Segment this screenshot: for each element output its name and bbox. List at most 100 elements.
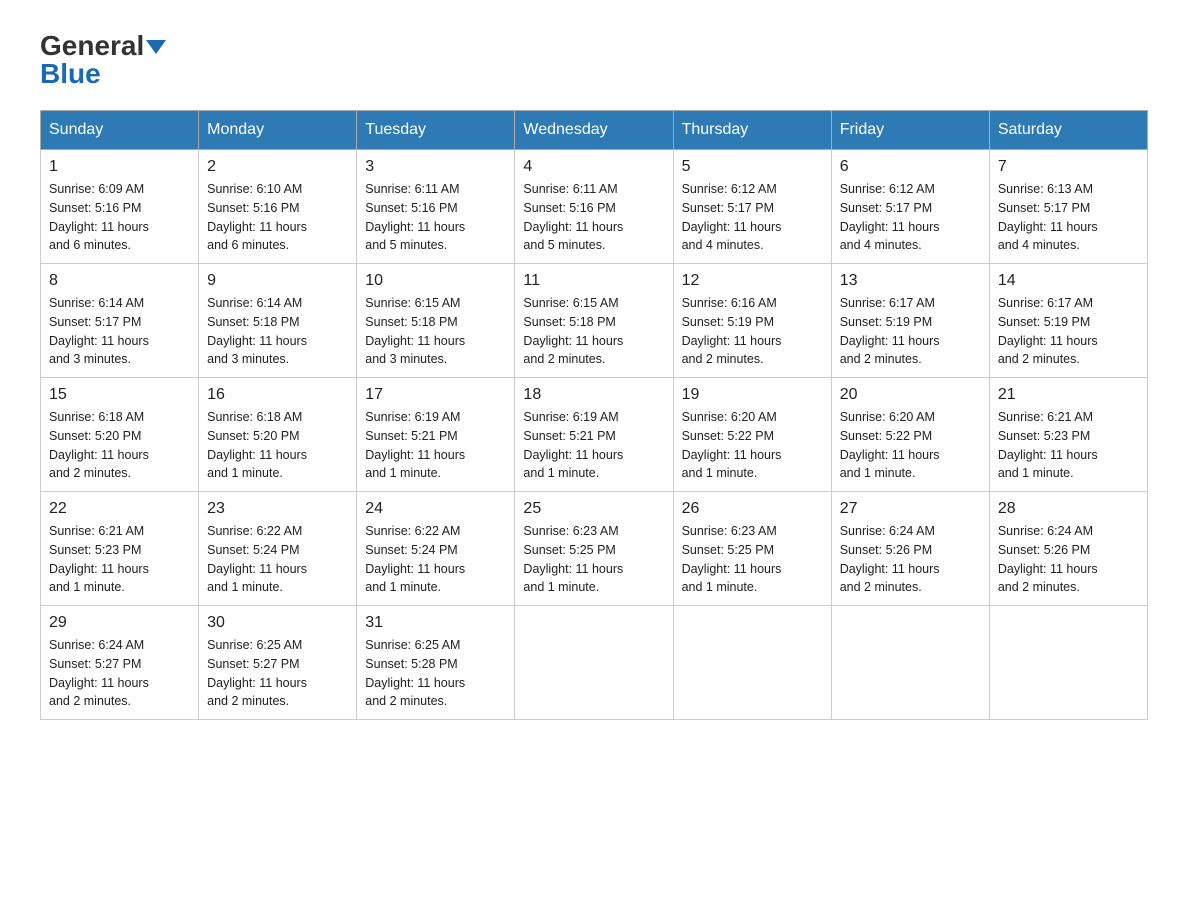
- calendar-cell: 7 Sunrise: 6:13 AMSunset: 5:17 PMDayligh…: [989, 150, 1147, 264]
- calendar-header-saturday: Saturday: [989, 111, 1147, 150]
- day-number: 5: [682, 158, 823, 176]
- day-info: Sunrise: 6:14 AMSunset: 5:17 PMDaylight:…: [49, 294, 190, 369]
- day-info: Sunrise: 6:17 AMSunset: 5:19 PMDaylight:…: [998, 294, 1139, 369]
- day-info: Sunrise: 6:11 AMSunset: 5:16 PMDaylight:…: [365, 180, 506, 255]
- calendar-cell: 15 Sunrise: 6:18 AMSunset: 5:20 PMDaylig…: [41, 378, 199, 492]
- day-info: Sunrise: 6:19 AMSunset: 5:21 PMDaylight:…: [365, 408, 506, 483]
- calendar-week-row: 29 Sunrise: 6:24 AMSunset: 5:27 PMDaylig…: [41, 606, 1148, 720]
- logo: General Blue: [40, 30, 166, 90]
- day-info: Sunrise: 6:23 AMSunset: 5:25 PMDaylight:…: [682, 522, 823, 597]
- day-number: 19: [682, 386, 823, 404]
- day-info: Sunrise: 6:20 AMSunset: 5:22 PMDaylight:…: [840, 408, 981, 483]
- day-info: Sunrise: 6:13 AMSunset: 5:17 PMDaylight:…: [998, 180, 1139, 255]
- day-number: 28: [998, 500, 1139, 518]
- calendar-cell: 8 Sunrise: 6:14 AMSunset: 5:17 PMDayligh…: [41, 264, 199, 378]
- calendar-cell: 27 Sunrise: 6:24 AMSunset: 5:26 PMDaylig…: [831, 492, 989, 606]
- day-info: Sunrise: 6:12 AMSunset: 5:17 PMDaylight:…: [682, 180, 823, 255]
- calendar-week-row: 8 Sunrise: 6:14 AMSunset: 5:17 PMDayligh…: [41, 264, 1148, 378]
- calendar-header-tuesday: Tuesday: [357, 111, 515, 150]
- day-info: Sunrise: 6:20 AMSunset: 5:22 PMDaylight:…: [682, 408, 823, 483]
- day-info: Sunrise: 6:22 AMSunset: 5:24 PMDaylight:…: [365, 522, 506, 597]
- calendar-cell: [831, 606, 989, 720]
- calendar-cell: 17 Sunrise: 6:19 AMSunset: 5:21 PMDaylig…: [357, 378, 515, 492]
- day-info: Sunrise: 6:19 AMSunset: 5:21 PMDaylight:…: [523, 408, 664, 483]
- calendar-cell: 25 Sunrise: 6:23 AMSunset: 5:25 PMDaylig…: [515, 492, 673, 606]
- day-number: 12: [682, 272, 823, 290]
- day-number: 22: [49, 500, 190, 518]
- calendar-cell: [515, 606, 673, 720]
- day-number: 20: [840, 386, 981, 404]
- calendar-cell: 31 Sunrise: 6:25 AMSunset: 5:28 PMDaylig…: [357, 606, 515, 720]
- day-info: Sunrise: 6:15 AMSunset: 5:18 PMDaylight:…: [523, 294, 664, 369]
- calendar-header-monday: Monday: [199, 111, 357, 150]
- day-number: 30: [207, 614, 348, 632]
- calendar-cell: 30 Sunrise: 6:25 AMSunset: 5:27 PMDaylig…: [199, 606, 357, 720]
- day-info: Sunrise: 6:16 AMSunset: 5:19 PMDaylight:…: [682, 294, 823, 369]
- day-info: Sunrise: 6:25 AMSunset: 5:27 PMDaylight:…: [207, 636, 348, 711]
- day-number: 27: [840, 500, 981, 518]
- day-info: Sunrise: 6:24 AMSunset: 5:26 PMDaylight:…: [998, 522, 1139, 597]
- calendar-cell: 26 Sunrise: 6:23 AMSunset: 5:25 PMDaylig…: [673, 492, 831, 606]
- day-number: 1: [49, 158, 190, 176]
- calendar-cell: 4 Sunrise: 6:11 AMSunset: 5:16 PMDayligh…: [515, 150, 673, 264]
- calendar-cell: [673, 606, 831, 720]
- calendar-header-wednesday: Wednesday: [515, 111, 673, 150]
- day-number: 9: [207, 272, 348, 290]
- day-number: 26: [682, 500, 823, 518]
- calendar-cell: 3 Sunrise: 6:11 AMSunset: 5:16 PMDayligh…: [357, 150, 515, 264]
- day-number: 2: [207, 158, 348, 176]
- day-info: Sunrise: 6:21 AMSunset: 5:23 PMDaylight:…: [998, 408, 1139, 483]
- day-number: 13: [840, 272, 981, 290]
- calendar-cell: 18 Sunrise: 6:19 AMSunset: 5:21 PMDaylig…: [515, 378, 673, 492]
- day-number: 25: [523, 500, 664, 518]
- calendar-cell: 10 Sunrise: 6:15 AMSunset: 5:18 PMDaylig…: [357, 264, 515, 378]
- day-number: 6: [840, 158, 981, 176]
- day-info: Sunrise: 6:15 AMSunset: 5:18 PMDaylight:…: [365, 294, 506, 369]
- calendar-cell: 29 Sunrise: 6:24 AMSunset: 5:27 PMDaylig…: [41, 606, 199, 720]
- day-info: Sunrise: 6:22 AMSunset: 5:24 PMDaylight:…: [207, 522, 348, 597]
- day-number: 4: [523, 158, 664, 176]
- day-number: 24: [365, 500, 506, 518]
- day-info: Sunrise: 6:12 AMSunset: 5:17 PMDaylight:…: [840, 180, 981, 255]
- calendar-table: SundayMondayTuesdayWednesdayThursdayFrid…: [40, 110, 1148, 720]
- calendar-cell: 23 Sunrise: 6:22 AMSunset: 5:24 PMDaylig…: [199, 492, 357, 606]
- calendar-cell: 22 Sunrise: 6:21 AMSunset: 5:23 PMDaylig…: [41, 492, 199, 606]
- day-number: 16: [207, 386, 348, 404]
- day-info: Sunrise: 6:11 AMSunset: 5:16 PMDaylight:…: [523, 180, 664, 255]
- day-info: Sunrise: 6:09 AMSunset: 5:16 PMDaylight:…: [49, 180, 190, 255]
- day-info: Sunrise: 6:24 AMSunset: 5:26 PMDaylight:…: [840, 522, 981, 597]
- day-number: 31: [365, 614, 506, 632]
- calendar-header-sunday: Sunday: [41, 111, 199, 150]
- calendar-cell: 2 Sunrise: 6:10 AMSunset: 5:16 PMDayligh…: [199, 150, 357, 264]
- day-info: Sunrise: 6:10 AMSunset: 5:16 PMDaylight:…: [207, 180, 348, 255]
- logo-arrow-icon: [146, 40, 166, 54]
- calendar-cell: 5 Sunrise: 6:12 AMSunset: 5:17 PMDayligh…: [673, 150, 831, 264]
- calendar-cell: 16 Sunrise: 6:18 AMSunset: 5:20 PMDaylig…: [199, 378, 357, 492]
- day-number: 18: [523, 386, 664, 404]
- calendar-cell: 1 Sunrise: 6:09 AMSunset: 5:16 PMDayligh…: [41, 150, 199, 264]
- calendar-cell: 9 Sunrise: 6:14 AMSunset: 5:18 PMDayligh…: [199, 264, 357, 378]
- day-number: 3: [365, 158, 506, 176]
- calendar-cell: 11 Sunrise: 6:15 AMSunset: 5:18 PMDaylig…: [515, 264, 673, 378]
- day-info: Sunrise: 6:17 AMSunset: 5:19 PMDaylight:…: [840, 294, 981, 369]
- calendar-week-row: 22 Sunrise: 6:21 AMSunset: 5:23 PMDaylig…: [41, 492, 1148, 606]
- day-number: 10: [365, 272, 506, 290]
- calendar-cell: 12 Sunrise: 6:16 AMSunset: 5:19 PMDaylig…: [673, 264, 831, 378]
- day-number: 15: [49, 386, 190, 404]
- day-info: Sunrise: 6:18 AMSunset: 5:20 PMDaylight:…: [49, 408, 190, 483]
- calendar-cell: [989, 606, 1147, 720]
- calendar-cell: 21 Sunrise: 6:21 AMSunset: 5:23 PMDaylig…: [989, 378, 1147, 492]
- day-info: Sunrise: 6:21 AMSunset: 5:23 PMDaylight:…: [49, 522, 190, 597]
- day-number: 21: [998, 386, 1139, 404]
- calendar-cell: 28 Sunrise: 6:24 AMSunset: 5:26 PMDaylig…: [989, 492, 1147, 606]
- calendar-cell: 13 Sunrise: 6:17 AMSunset: 5:19 PMDaylig…: [831, 264, 989, 378]
- calendar-cell: 19 Sunrise: 6:20 AMSunset: 5:22 PMDaylig…: [673, 378, 831, 492]
- day-info: Sunrise: 6:23 AMSunset: 5:25 PMDaylight:…: [523, 522, 664, 597]
- day-info: Sunrise: 6:18 AMSunset: 5:20 PMDaylight:…: [207, 408, 348, 483]
- day-number: 23: [207, 500, 348, 518]
- calendar-cell: 20 Sunrise: 6:20 AMSunset: 5:22 PMDaylig…: [831, 378, 989, 492]
- day-number: 11: [523, 272, 664, 290]
- calendar-cell: 14 Sunrise: 6:17 AMSunset: 5:19 PMDaylig…: [989, 264, 1147, 378]
- page-header: General Blue: [40, 30, 1148, 90]
- day-number: 29: [49, 614, 190, 632]
